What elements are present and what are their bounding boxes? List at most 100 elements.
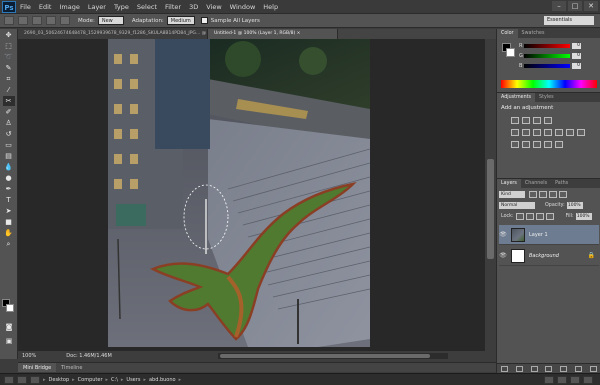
tab-layers[interactable]: Layers xyxy=(497,179,521,188)
document-canvas[interactable] xyxy=(108,39,370,347)
vertical-scroll-thumb[interactable] xyxy=(487,159,494,259)
breadcrumb-user[interactable]: abd.buono xyxy=(146,377,179,383)
mode-select[interactable]: New xyxy=(97,16,124,25)
lock-position-icon[interactable] xyxy=(535,213,544,220)
tab-color[interactable]: Color xyxy=(497,29,518,38)
horizontal-scrollbar[interactable] xyxy=(218,353,448,359)
clone-stamp-tool-icon[interactable]: ♙ xyxy=(3,118,15,128)
black-white-icon[interactable] xyxy=(544,129,552,136)
brightness-contrast-icon[interactable] xyxy=(511,117,519,124)
menu-3d[interactable]: 3D xyxy=(185,3,202,11)
invert-icon[interactable] xyxy=(511,141,519,148)
view-icon[interactable] xyxy=(570,375,580,384)
subtract-selection-icon[interactable] xyxy=(46,16,56,25)
levels-icon[interactable] xyxy=(522,117,530,124)
doc-size[interactable]: Doc: 1.46M/1.46M xyxy=(66,353,112,359)
pen-tool-icon[interactable]: ✒ xyxy=(3,184,15,194)
crop-tool-icon[interactable]: ⌗ xyxy=(3,74,15,84)
vertical-scrollbar[interactable] xyxy=(485,39,496,351)
type-tool-icon[interactable]: T xyxy=(3,195,15,205)
tab-paths[interactable]: Paths xyxy=(551,179,572,188)
menu-file[interactable]: File xyxy=(16,3,35,11)
adjustment-layer-icon[interactable] xyxy=(545,365,553,372)
menu-window[interactable]: Window xyxy=(226,3,260,11)
tab-adjustments[interactable]: Adjustments xyxy=(497,93,536,102)
close-button[interactable]: ✕ xyxy=(584,1,598,11)
settings-icon[interactable] xyxy=(583,375,593,384)
home-icon[interactable] xyxy=(30,375,40,384)
new-selection-icon[interactable] xyxy=(18,16,28,25)
delete-layer-icon[interactable] xyxy=(589,365,597,372)
vibrance-icon[interactable] xyxy=(511,129,519,136)
screen-mode-icon[interactable]: ▣ xyxy=(3,336,15,346)
workspace-select[interactable]: Essentials xyxy=(544,16,594,25)
layer-name[interactable]: Layer 1 xyxy=(529,232,548,238)
eraser-tool-icon[interactable]: ▭ xyxy=(3,140,15,150)
photo-filter-icon[interactable] xyxy=(555,129,563,136)
selective-color-icon[interactable] xyxy=(544,141,552,148)
menu-type[interactable]: Type xyxy=(110,3,133,11)
layer-style-icon[interactable] xyxy=(515,365,523,372)
hand-tool-icon[interactable]: ✋ xyxy=(3,228,15,238)
menu-filter[interactable]: Filter xyxy=(161,3,185,11)
tab-styles[interactable]: Styles xyxy=(535,93,558,102)
tab-channels[interactable]: Channels xyxy=(521,179,551,188)
color-lookup-icon[interactable] xyxy=(577,129,585,136)
forward-icon[interactable] xyxy=(17,375,27,384)
green-track[interactable] xyxy=(523,54,570,58)
add-selection-icon[interactable] xyxy=(32,16,42,25)
breadcrumb-desktop[interactable]: Desktop xyxy=(46,377,73,383)
blue-value[interactable]: 0 xyxy=(571,63,581,69)
hue-saturation-icon[interactable] xyxy=(522,129,530,136)
menu-layer[interactable]: Layer xyxy=(84,3,110,11)
content-aware-move-tool-icon[interactable]: ✂ xyxy=(2,96,15,106)
posterize-icon[interactable] xyxy=(522,141,530,148)
sample-all-layers-checkbox[interactable] xyxy=(200,17,208,24)
menu-help[interactable]: Help xyxy=(259,3,282,11)
tool-preset-icon[interactable] xyxy=(4,16,14,25)
zoom-tool-icon[interactable]: ⌕ xyxy=(3,239,15,249)
path-select-tool-icon[interactable]: ➤ xyxy=(3,206,15,216)
fill-field[interactable]: 100% xyxy=(575,213,592,220)
filter-icon[interactable] xyxy=(544,375,554,384)
eyedropper-tool-icon[interactable]: ⁄ xyxy=(3,85,15,95)
back-icon[interactable] xyxy=(4,375,14,384)
background-color-swatch[interactable] xyxy=(6,304,14,312)
horizontal-scroll-thumb[interactable] xyxy=(220,354,430,358)
tab-timeline[interactable]: Timeline xyxy=(56,363,87,372)
quick-mask-icon[interactable]: ◙ xyxy=(3,322,15,332)
type-filter-icon[interactable] xyxy=(549,191,557,198)
gradient-map-icon[interactable] xyxy=(555,141,563,148)
tab-swatches[interactable]: Swatches xyxy=(518,29,549,38)
marquee-tool-icon[interactable]: ⬚ xyxy=(3,41,15,51)
layer-row[interactable]: 👁 Layer 1 xyxy=(499,225,599,245)
layer-mask-icon[interactable] xyxy=(530,365,538,372)
red-slider[interactable]: R 0 xyxy=(519,43,581,49)
layer-name[interactable]: Background xyxy=(529,253,559,259)
breadcrumb-computer[interactable]: Computer xyxy=(75,377,106,383)
tab-mini-bridge[interactable]: Mini Bridge xyxy=(18,363,57,372)
zoom-level[interactable]: 100% xyxy=(22,353,36,359)
quick-select-tool-icon[interactable]: ✎ xyxy=(3,63,15,73)
gradient-tool-icon[interactable]: ▤ xyxy=(3,151,15,161)
document-tab[interactable]: 2690_03_50624674648478_1529939678_9329_f… xyxy=(18,29,208,39)
brush-tool-icon[interactable]: ✐ xyxy=(3,107,15,117)
curves-icon[interactable] xyxy=(533,117,541,124)
shape-tool-icon[interactable]: ■ xyxy=(3,217,15,227)
exposure-icon[interactable] xyxy=(544,117,552,124)
green-slider[interactable]: G 0 xyxy=(519,53,581,59)
adjustment-filter-icon[interactable] xyxy=(539,191,547,198)
menu-image[interactable]: Image xyxy=(55,3,83,11)
threshold-icon[interactable] xyxy=(533,141,541,148)
red-value[interactable]: 0 xyxy=(571,43,581,49)
breadcrumb-drive[interactable]: C:\ xyxy=(108,377,121,383)
link-layers-icon[interactable] xyxy=(500,365,508,372)
document-tab-active[interactable]: Untitled-1 @ 100% (Layer 1, RGB/8) × xyxy=(208,29,338,39)
visibility-eye-icon[interactable]: 👁 xyxy=(499,252,507,259)
pixel-filter-icon[interactable] xyxy=(529,191,537,198)
new-group-icon[interactable] xyxy=(560,365,568,372)
menu-edit[interactable]: Edit xyxy=(35,3,56,11)
dodge-tool-icon[interactable]: ● xyxy=(3,173,15,183)
green-value[interactable]: 0 xyxy=(571,53,581,59)
color-balance-icon[interactable] xyxy=(533,129,541,136)
